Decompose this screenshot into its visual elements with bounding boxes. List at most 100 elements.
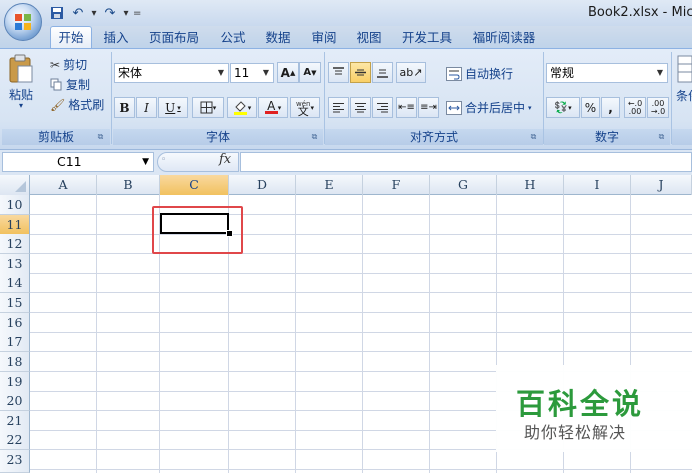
column-header-c[interactable]: C <box>160 175 229 195</box>
column-header-a[interactable]: A <box>30 175 97 195</box>
clipboard-group-label: 剪贴板 <box>2 129 110 145</box>
select-all-button[interactable] <box>0 175 30 195</box>
row-header-11[interactable]: 11 <box>0 215 30 235</box>
align-top-button[interactable] <box>328 62 349 83</box>
undo-icon[interactable]: ↶ <box>69 4 87 22</box>
grid-line <box>429 195 430 473</box>
redo-icon[interactable]: ↷ <box>101 4 119 22</box>
tab-insert[interactable]: 插入 <box>97 28 135 48</box>
column-header-f[interactable]: F <box>363 175 430 195</box>
paste-button[interactable]: 粘贴 ▾ <box>8 54 34 110</box>
align-middle-button[interactable] <box>350 62 371 83</box>
row-header-22[interactable]: 22 <box>0 430 30 450</box>
grid-line <box>30 351 692 352</box>
row-header-15[interactable]: 15 <box>0 293 30 313</box>
row-header-16[interactable]: 16 <box>0 313 30 333</box>
number-group-label: 数字 <box>544 129 670 145</box>
comma-style-button[interactable]: , <box>601 97 620 118</box>
tab-formulas[interactable]: 公式 <box>214 28 252 48</box>
row-header-21[interactable]: 21 <box>0 411 30 431</box>
decrease-indent-button[interactable]: ⇤≡ <box>396 97 417 118</box>
border-grid-icon <box>200 101 213 114</box>
office-button[interactable] <box>4 3 42 41</box>
row-header-20[interactable]: 20 <box>0 391 30 411</box>
column-header-i[interactable]: I <box>564 175 631 195</box>
group-divider <box>111 52 112 144</box>
orientation-button[interactable]: ab↗ <box>396 62 426 83</box>
tab-page-layout[interactable]: 页面布局 <box>143 28 205 48</box>
row-header-17[interactable]: 17 <box>0 332 30 352</box>
row-header-13[interactable]: 13 <box>0 254 30 274</box>
row-header-12[interactable]: 12 <box>0 234 30 254</box>
decrease-decimal-button[interactable]: .00 →.0 <box>647 97 669 118</box>
clipboard-launcher-icon[interactable]: ⧉ <box>96 132 105 141</box>
align-bottom-button[interactable] <box>372 62 393 83</box>
row-header-19[interactable]: 19 <box>0 372 30 392</box>
merge-center-button[interactable]: 合并后居中 ▾ <box>446 99 532 116</box>
customize-qat-button[interactable]: = <box>133 8 141 19</box>
accounting-format-button[interactable]: 💱 ▾ <box>546 97 580 118</box>
indent-icon: ≡⇥ <box>420 102 437 113</box>
shrink-font-button[interactable]: A ▼ <box>299 62 321 83</box>
row-header-18[interactable]: 18 <box>0 352 30 372</box>
insert-function-button[interactable]: fx <box>219 152 231 167</box>
save-icon[interactable] <box>48 4 66 22</box>
column-header-b[interactable]: B <box>97 175 160 195</box>
font-size-combo[interactable]: 11 ▼ <box>230 63 274 83</box>
row-header-14[interactable]: 14 <box>0 273 30 293</box>
decrease-decimal-icon: .00 →.0 <box>650 98 666 116</box>
wrap-text-button[interactable]: 自动换行 <box>446 65 513 82</box>
font-name-combo[interactable]: 宋体 ▼ <box>114 63 229 83</box>
tab-foxit-reader[interactable]: 福昕阅读器 <box>466 28 542 48</box>
redo-dropdown-icon[interactable]: ▾ <box>122 8 130 19</box>
font-launcher-icon[interactable]: ⧉ <box>310 132 319 141</box>
format-painter-button[interactable]: 🖌 格式刷 <box>50 96 104 113</box>
paste-dropdown-icon: ▾ <box>18 101 23 110</box>
increase-indent-button[interactable]: ≡⇥ <box>418 97 439 118</box>
collapse-handle-icon[interactable]: ◦ <box>161 155 166 165</box>
name-box[interactable]: C11 ▼ <box>2 152 154 172</box>
column-header-j[interactable]: J <box>631 175 692 195</box>
align-center-button[interactable] <box>350 97 371 118</box>
font-group-label: 字体 <box>113 129 323 145</box>
paint-bucket-icon <box>233 101 247 115</box>
column-header-g[interactable]: G <box>430 175 497 195</box>
column-header-e[interactable]: E <box>296 175 363 195</box>
wrap-text-icon <box>446 66 462 81</box>
tab-data[interactable]: 数据 <box>259 28 297 48</box>
percent-style-button[interactable]: % <box>581 97 600 118</box>
tab-developer[interactable]: 开发工具 <box>396 28 458 48</box>
align-right-button[interactable] <box>372 97 393 118</box>
font-size-value: 11 <box>234 66 250 80</box>
font-color-button[interactable]: A ▾ <box>258 97 288 118</box>
conditional-formatting-button[interactable]: 条件 <box>676 54 692 104</box>
column-header-h[interactable]: H <box>497 175 564 195</box>
row-header-23[interactable]: 23 <box>0 450 30 473</box>
chevron-down-icon: ▼ <box>217 68 224 77</box>
bold-button[interactable]: B <box>114 97 135 118</box>
grid-line <box>30 273 692 274</box>
alignment-launcher-icon[interactable]: ⧉ <box>529 132 538 141</box>
grid-line <box>30 469 692 470</box>
column-header-d[interactable]: D <box>229 175 296 195</box>
fill-color-button[interactable]: ▾ <box>227 97 257 118</box>
cut-button[interactable]: ✂ 剪切 <box>50 56 87 73</box>
increase-decimal-button[interactable]: ←.0.00 <box>624 97 646 118</box>
number-format-combo[interactable]: 常规 ▼ <box>546 63 668 83</box>
phonetic-guide-button[interactable]: wén 文 ▾ <box>290 97 320 118</box>
name-box-value: C11 <box>57 154 82 169</box>
tab-view[interactable]: 视图 <box>350 28 388 48</box>
highlight-annotation-box <box>152 206 243 254</box>
row-header-10[interactable]: 10 <box>0 195 30 215</box>
tab-review[interactable]: 审阅 <box>305 28 343 48</box>
tab-home[interactable]: 开始 <box>50 26 92 50</box>
underline-button[interactable]: U ▾ <box>158 97 188 118</box>
undo-dropdown-icon[interactable]: ▾ <box>90 8 98 19</box>
copy-button[interactable]: 复制 <box>50 76 90 93</box>
italic-button[interactable]: I <box>136 97 157 118</box>
grow-font-button[interactable]: A ▲ <box>277 62 299 83</box>
number-launcher-icon[interactable]: ⧉ <box>657 132 666 141</box>
formula-input[interactable] <box>240 152 692 172</box>
align-left-button[interactable] <box>328 97 349 118</box>
borders-button[interactable]: ▾ <box>192 97 224 118</box>
